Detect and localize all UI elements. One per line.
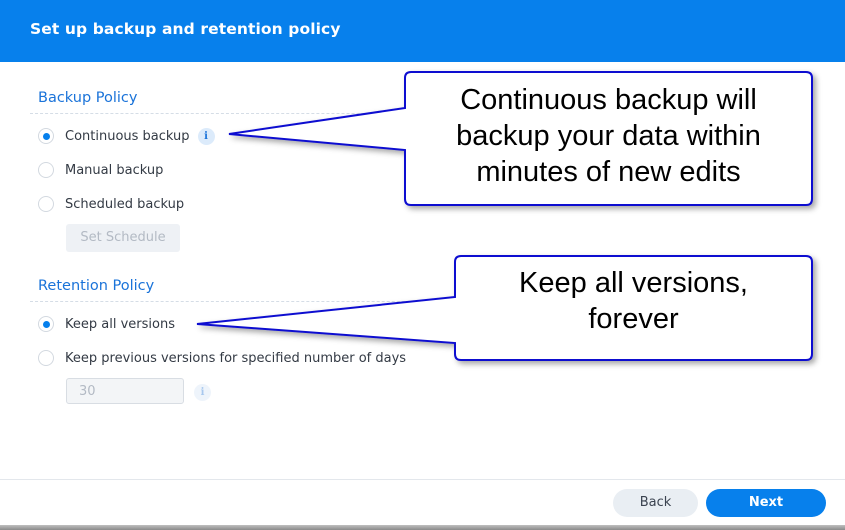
callout-2-line: forever [588, 303, 679, 335]
callout-1-line: Continuous backup will [460, 84, 757, 116]
callout-1-line: minutes of new edits [476, 156, 741, 188]
dialog-title: Set up backup and retention policy [30, 20, 341, 38]
radio-scheduled-backup[interactable]: Scheduled backup [38, 194, 184, 214]
next-button[interactable]: Next [706, 489, 826, 517]
radio-button-checked[interactable] [38, 316, 54, 332]
callout-1-line: backup your data within [456, 120, 761, 152]
callout-1-text: Continuous backup will backup your data … [405, 82, 812, 190]
radio-continuous-backup[interactable]: Continuous backup i [38, 126, 215, 146]
radio-label: Manual backup [65, 162, 164, 178]
radio-label: Keep all versions [65, 316, 175, 332]
radio-button[interactable] [38, 162, 54, 178]
backup-policy-title: Backup Policy [38, 90, 138, 106]
window-bottom-edge [0, 525, 845, 530]
radio-button[interactable] [38, 350, 54, 366]
callout-2-line: Keep all versions, [519, 267, 748, 299]
footer-divider [0, 479, 845, 480]
radio-button-checked[interactable] [38, 128, 54, 144]
callout-2-text: Keep all versions, forever [455, 265, 812, 337]
backup-policy-divider [30, 113, 450, 114]
back-button[interactable]: Back [613, 489, 698, 517]
retention-policy-divider [30, 301, 450, 302]
radio-label: Keep previous versions for specified num… [65, 350, 407, 366]
info-icon[interactable]: i [197, 127, 215, 145]
set-schedule-button[interactable]: Set Schedule [66, 224, 180, 252]
dialog-header: Set up backup and retention policy [0, 0, 845, 62]
radio-label: Continuous backup [65, 128, 190, 144]
radio-keep-all-versions[interactable]: Keep all versions [38, 314, 175, 334]
days-input[interactable]: 30 [66, 378, 184, 404]
radio-button[interactable] [38, 196, 54, 212]
radio-label: Scheduled backup [65, 196, 185, 212]
radio-manual-backup[interactable]: Manual backup [38, 160, 163, 180]
radio-keep-days[interactable]: Keep previous versions for specified num… [38, 348, 406, 368]
info-icon[interactable]: i [194, 384, 211, 401]
retention-policy-title: Retention Policy [38, 278, 155, 294]
